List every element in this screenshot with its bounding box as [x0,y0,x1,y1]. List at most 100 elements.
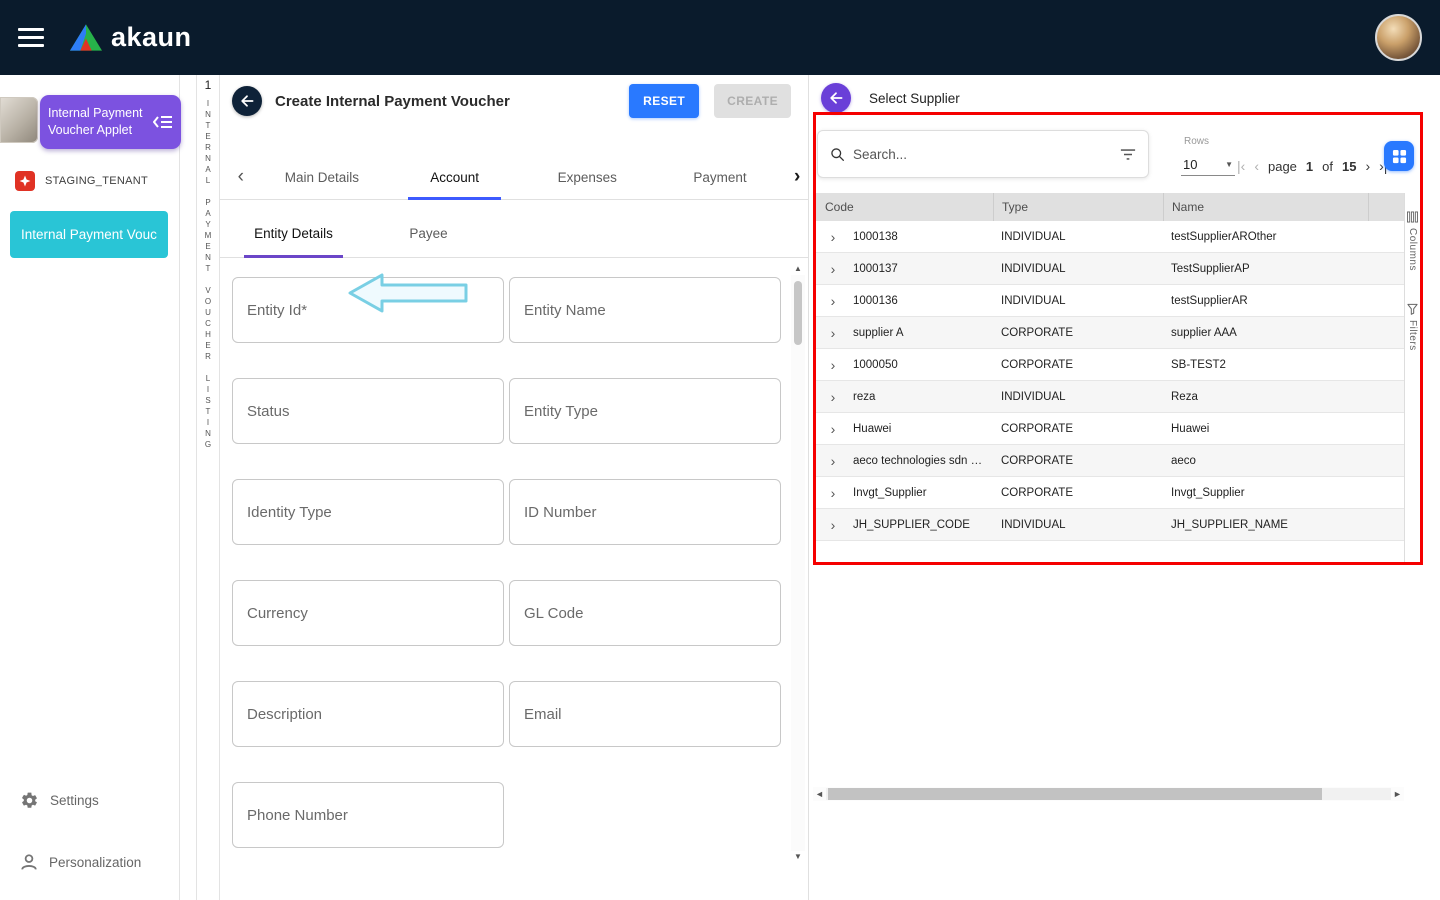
entity-type-field[interactable]: Entity Type [509,378,781,444]
email-field[interactable]: Email [509,681,781,747]
cell-code: 1000136 [853,295,993,307]
subtab-entity-details[interactable]: Entity Details [226,210,361,257]
form-scrollbar[interactable]: ▲ ▼ [791,263,805,863]
sidebar: Internal Payment Voucher Applet STAGING_… [0,75,180,900]
tabs-scroll-right-icon[interactable]: › [786,166,808,188]
currency-field[interactable]: Currency [232,580,504,646]
collapse-menu-icon[interactable] [153,114,173,130]
cell-code: aeco technologies sdn bhd [853,455,993,467]
scroll-down-icon[interactable]: ▼ [791,851,805,863]
cell-code: JH_SUPPLIER_CODE [853,519,993,531]
reset-button[interactable]: RESET [629,84,699,118]
row-expand-icon[interactable]: › [813,325,853,341]
user-avatar[interactable] [1375,14,1422,61]
select-supplier-panel: Select Supplier Rows 10 ▼ |‹ ‹ page 1 of… [808,75,1440,900]
total-pages: 15 [1342,159,1356,174]
table-row[interactable]: › 1000137 INDIVIDUAL TestSupplierAP [813,253,1404,285]
sidebar-item-settings[interactable]: Settings [20,791,99,810]
row-expand-icon[interactable]: › [813,293,853,309]
hscrollbar-thumb[interactable] [828,788,1322,800]
scroll-up-icon[interactable]: ▲ [791,263,805,275]
prev-page-button[interactable]: ‹ [1254,155,1259,177]
columns-tool[interactable]: Columns [1407,211,1418,271]
applet-badge-label: Internal Payment Voucher Applet [48,105,147,139]
settings-label: Settings [50,793,99,808]
supplier-back-button[interactable] [821,83,851,113]
subtab-payee[interactable]: Payee [361,210,496,257]
entity-details-form: Entity Id* Entity Name Status Entity Typ… [220,258,808,848]
tab-payment[interactable]: Payment [654,155,787,199]
row-expand-icon[interactable]: › [813,517,853,533]
scrollbar-track[interactable] [791,275,805,851]
table-row[interactable]: › JH_SUPPLIER_CODE INDIVIDUAL JH_SUPPLIE… [813,509,1404,541]
gl-code-field[interactable]: GL Code [509,580,781,646]
entity-id-field[interactable]: Entity Id* [232,277,504,343]
id-number-field[interactable]: ID Number [509,479,781,545]
row-expand-icon[interactable]: › [813,229,853,245]
back-button[interactable] [232,86,262,116]
field-label: Entity Name [524,302,606,319]
column-header-type: Type [993,193,1163,221]
cell-type: INDIVIDUAL [993,231,1163,243]
arrow-left-icon [239,93,255,109]
cell-type: INDIVIDUAL [993,263,1163,275]
scroll-right-icon[interactable]: ► [1391,789,1404,799]
scroll-left-icon[interactable]: ◄ [813,789,826,799]
cell-name: Reza [1163,391,1368,403]
topbar: akaun [0,0,1440,75]
cell-name: aeco [1163,455,1368,467]
table-row[interactable]: › supplier A CORPORATE supplier AAA [813,317,1404,349]
table-row[interactable]: › reza INDIVIDUAL Reza [813,381,1404,413]
sidebar-item-personalization[interactable]: Personalization [20,853,141,871]
cell-code: Huawei [853,423,993,435]
tab-main-details[interactable]: Main Details [256,155,389,199]
hamburger-menu-icon[interactable] [18,28,44,47]
tabs-scroll-left-icon[interactable]: ‹ [226,166,256,188]
cell-type: CORPORATE [993,327,1163,339]
tab-account[interactable]: Account [388,155,521,199]
status-field[interactable]: Status [232,378,504,444]
entity-name-field[interactable]: Entity Name [509,277,781,343]
search-input[interactable] [853,147,1120,162]
row-expand-icon[interactable]: › [813,261,853,277]
supplier-header: Select Supplier [809,75,1440,121]
form-header: Create Internal Payment Voucher RESET CR… [220,75,808,127]
identity-type-field[interactable]: Identity Type [232,479,504,545]
tenant-selector[interactable]: STAGING_TENANT [15,171,148,191]
create-button[interactable]: CREATE [714,84,791,118]
listing-collapsed-tab[interactable]: 1 INTERNAL PAYMENT VOUCHER LISTING [196,75,220,900]
sidebar-item-internal-payment-voucher[interactable]: Internal Payment Vouc [10,211,168,258]
filters-tool[interactable]: Filters [1407,303,1418,351]
field-label: Entity Type [524,403,598,420]
table-row[interactable]: › 1000050 CORPORATE SB-TEST2 [813,349,1404,381]
row-expand-icon[interactable]: › [813,485,853,501]
table-row[interactable]: › Invgt_Supplier CORPORATE Invgt_Supplie… [813,477,1404,509]
filter-list-icon[interactable] [1120,148,1136,161]
phone-number-field[interactable]: Phone Number [232,782,504,848]
row-expand-icon[interactable]: › [813,389,853,405]
table-row[interactable]: › Huawei CORPORATE Huawei [813,413,1404,445]
grid-view-button[interactable] [1384,141,1414,171]
hscrollbar-track[interactable] [826,788,1391,800]
supplier-search-box [817,130,1149,178]
cell-code: 1000138 [853,231,993,243]
next-page-button[interactable]: › [1365,155,1370,177]
row-expand-icon[interactable]: › [813,421,853,437]
table-row[interactable]: › 1000136 INDIVIDUAL testSupplierAR [813,285,1404,317]
row-expand-icon[interactable]: › [813,453,853,469]
cell-name: testSupplierAR [1163,295,1368,307]
description-field[interactable]: Description [232,681,504,747]
rows-per-page-select[interactable]: 10 ▼ [1181,154,1235,176]
search-icon [830,147,845,162]
table-horizontal-scrollbar[interactable]: ◄ ► [813,787,1404,801]
applet-badge[interactable]: Internal Payment Voucher Applet [40,95,181,149]
table-row[interactable]: › 1000138 INDIVIDUAL testSupplierAROther [813,221,1404,253]
first-page-button[interactable]: |‹ [1237,155,1245,177]
column-header-filler [1368,193,1404,221]
scrollbar-thumb[interactable] [794,281,802,345]
field-label: Status [247,403,290,420]
table-row[interactable]: › aeco technologies sdn bhd CORPORATE ae… [813,445,1404,477]
row-expand-icon[interactable]: › [813,357,853,373]
tab-expenses[interactable]: Expenses [521,155,654,199]
field-label: GL Code [524,605,583,622]
